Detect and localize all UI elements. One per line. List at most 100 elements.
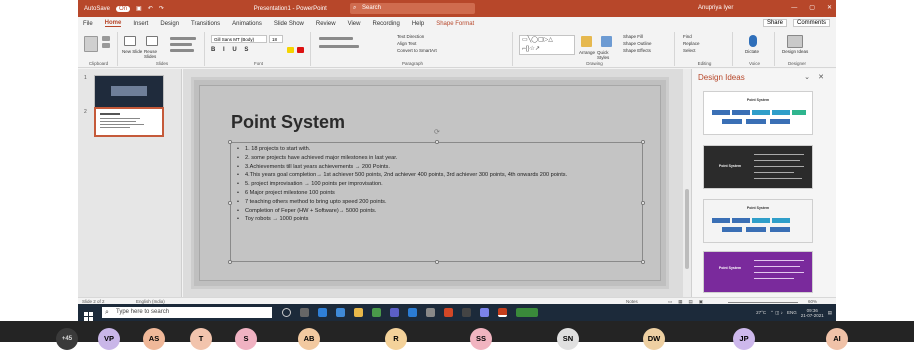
minimize-button[interactable]: — xyxy=(791,0,797,17)
store-icon[interactable] xyxy=(426,308,435,317)
new-slide-icon[interactable] xyxy=(124,36,136,46)
highlight-color-icon[interactable] xyxy=(287,47,294,53)
quick-styles-icon[interactable] xyxy=(601,36,612,47)
restore-button[interactable]: ▢ xyxy=(809,0,815,17)
arrange-button[interactable]: Arrange xyxy=(579,50,595,55)
tab-review[interactable]: Review xyxy=(316,21,336,27)
task-view-icon[interactable] xyxy=(300,308,309,317)
design-ideas-icon[interactable] xyxy=(787,35,803,48)
title-search-box[interactable]: ⌕ Search xyxy=(350,3,475,14)
app-icon[interactable] xyxy=(480,308,489,317)
microphone-icon[interactable] xyxy=(749,35,757,47)
reuse-slides-icon[interactable] xyxy=(146,36,158,46)
weather-temp[interactable]: 27°C xyxy=(756,310,766,315)
tab-recording[interactable]: Recording xyxy=(372,21,399,27)
align-text-button[interactable]: Align Text xyxy=(397,41,416,46)
language-indicator[interactable]: ENG xyxy=(787,310,797,315)
dictate-button[interactable]: Dictate xyxy=(745,49,759,54)
undo-icon[interactable]: ↶ xyxy=(148,5,153,12)
design-idea-card[interactable]: Point System xyxy=(703,199,813,243)
zoom-slider[interactable] xyxy=(728,302,798,303)
bullet-item[interactable]: 5. project improvisation → 100 points pe… xyxy=(237,181,637,189)
resize-handle[interactable] xyxy=(641,260,645,264)
resize-handle[interactable] xyxy=(435,260,439,264)
copy-icon[interactable] xyxy=(102,43,110,48)
excel-icon[interactable] xyxy=(372,308,381,317)
tab-slide-show[interactable]: Slide Show xyxy=(274,21,304,27)
powerpoint-icon[interactable] xyxy=(498,308,507,317)
participant-avatar[interactable]: DW xyxy=(643,328,665,350)
bullet-item[interactable]: Toy robots → 1000 points xyxy=(237,216,637,224)
tray-icons[interactable]: ⌃ ◫ ♪ xyxy=(770,310,783,316)
tab-shape-format[interactable]: Shape Format xyxy=(436,21,474,27)
tab-help[interactable]: Help xyxy=(412,21,424,27)
resize-handle[interactable] xyxy=(228,260,232,264)
shape-effects-button[interactable]: Shape Effects xyxy=(623,48,651,53)
notification-icon[interactable]: ▤ xyxy=(828,310,832,316)
tab-file[interactable]: File xyxy=(83,21,93,27)
bullets-button[interactable] xyxy=(319,37,353,40)
participant-avatar[interactable]: R xyxy=(385,328,407,350)
resize-handle[interactable] xyxy=(641,140,645,144)
participant-avatar[interactable]: AB xyxy=(298,328,320,350)
arrange-icon[interactable] xyxy=(581,36,592,47)
edge-icon[interactable] xyxy=(318,308,327,317)
shape-outline-button[interactable]: Shape Outline xyxy=(623,41,652,46)
bullet-item[interactable]: 4.This years goal completion→ 1st achiev… xyxy=(237,172,637,180)
bullet-item[interactable]: 6 Major project milestone 100 points xyxy=(237,190,637,198)
paste-icon[interactable] xyxy=(84,36,98,52)
vertical-scrollbar[interactable] xyxy=(683,69,691,297)
section-button[interactable] xyxy=(170,49,194,52)
participant-avatar[interactable]: SN xyxy=(557,328,579,350)
participant-avatar[interactable]: S xyxy=(235,328,257,350)
resize-handle[interactable] xyxy=(641,201,645,205)
tab-transitions[interactable]: Transitions xyxy=(191,21,220,27)
autosave-toggle[interactable]: On xyxy=(116,5,131,12)
bullet-item[interactable]: 1. 18 projects to start with. xyxy=(237,146,637,154)
tab-insert[interactable]: Insert xyxy=(133,21,148,27)
teams-icon[interactable] xyxy=(390,308,399,317)
scrollbar-thumb[interactable] xyxy=(685,189,689,269)
bullet-item[interactable]: Completion of Feper (HW + Software)→ 500… xyxy=(237,208,637,216)
shape-fill-button[interactable]: Shape Fill xyxy=(623,34,643,39)
reuse-slides-button[interactable]: Reuse Slides xyxy=(144,49,166,59)
redo-icon[interactable]: ↷ xyxy=(159,5,164,12)
replace-button[interactable]: Replace xyxy=(683,41,700,46)
font-name-box[interactable]: Gill Sans MT (Body) xyxy=(211,35,267,43)
resize-handle[interactable] xyxy=(228,140,232,144)
chrome-icon[interactable] xyxy=(444,308,453,317)
alignment-buttons[interactable] xyxy=(319,45,359,48)
find-button[interactable]: Find xyxy=(683,34,692,39)
tab-home[interactable]: Home xyxy=(104,20,122,27)
participant-avatar[interactable]: T xyxy=(190,328,212,350)
share-button[interactable]: Share xyxy=(762,19,787,27)
save-icon[interactable]: ▣ xyxy=(136,5,142,12)
comments-button[interactable]: Comments xyxy=(792,19,830,27)
participant-avatar[interactable]: JP xyxy=(733,328,755,350)
bullet-item[interactable]: 7 teaching others method to bring upto s… xyxy=(237,199,637,207)
tab-animations[interactable]: Animations xyxy=(232,21,262,27)
tab-view[interactable]: View xyxy=(348,21,361,27)
user-name[interactable]: Anupriya Iyer xyxy=(698,0,733,17)
content-textbox[interactable]: 1. 18 projects to start with. 2. some pr… xyxy=(228,140,645,264)
reset-button[interactable] xyxy=(170,43,192,46)
design-idea-card[interactable]: Point System xyxy=(703,91,813,135)
slide-title[interactable]: Point System xyxy=(231,112,345,133)
font-format-buttons[interactable]: B I U S xyxy=(211,47,251,53)
convert-smartart-button[interactable]: Convert to SmartArt xyxy=(397,48,437,53)
font-size-box[interactable]: 18 xyxy=(269,35,283,43)
taskbar-search-input[interactable]: ⌕ Type here to search xyxy=(102,307,272,318)
participant-avatar[interactable]: AI xyxy=(826,328,848,350)
resize-handle[interactable] xyxy=(435,140,439,144)
participant-avatar[interactable]: VP xyxy=(98,328,120,350)
design-ideas-button[interactable]: Design Ideas xyxy=(782,49,814,54)
close-button[interactable]: ✕ xyxy=(827,0,832,17)
chevron-down-icon[interactable]: ⌄ xyxy=(804,73,810,81)
design-idea-card[interactable]: Point System xyxy=(703,251,813,293)
bullet-item[interactable]: 2. some projects have achieved major mil… xyxy=(237,155,637,163)
slide[interactable]: Point System ⟳ 1. 18 projects to start w… xyxy=(191,77,669,289)
participant-avatar[interactable]: SS xyxy=(470,328,492,350)
close-icon[interactable]: ✕ xyxy=(818,73,824,81)
design-idea-card[interactable]: Point System xyxy=(703,145,813,189)
participant-avatar[interactable]: AS xyxy=(143,328,165,350)
